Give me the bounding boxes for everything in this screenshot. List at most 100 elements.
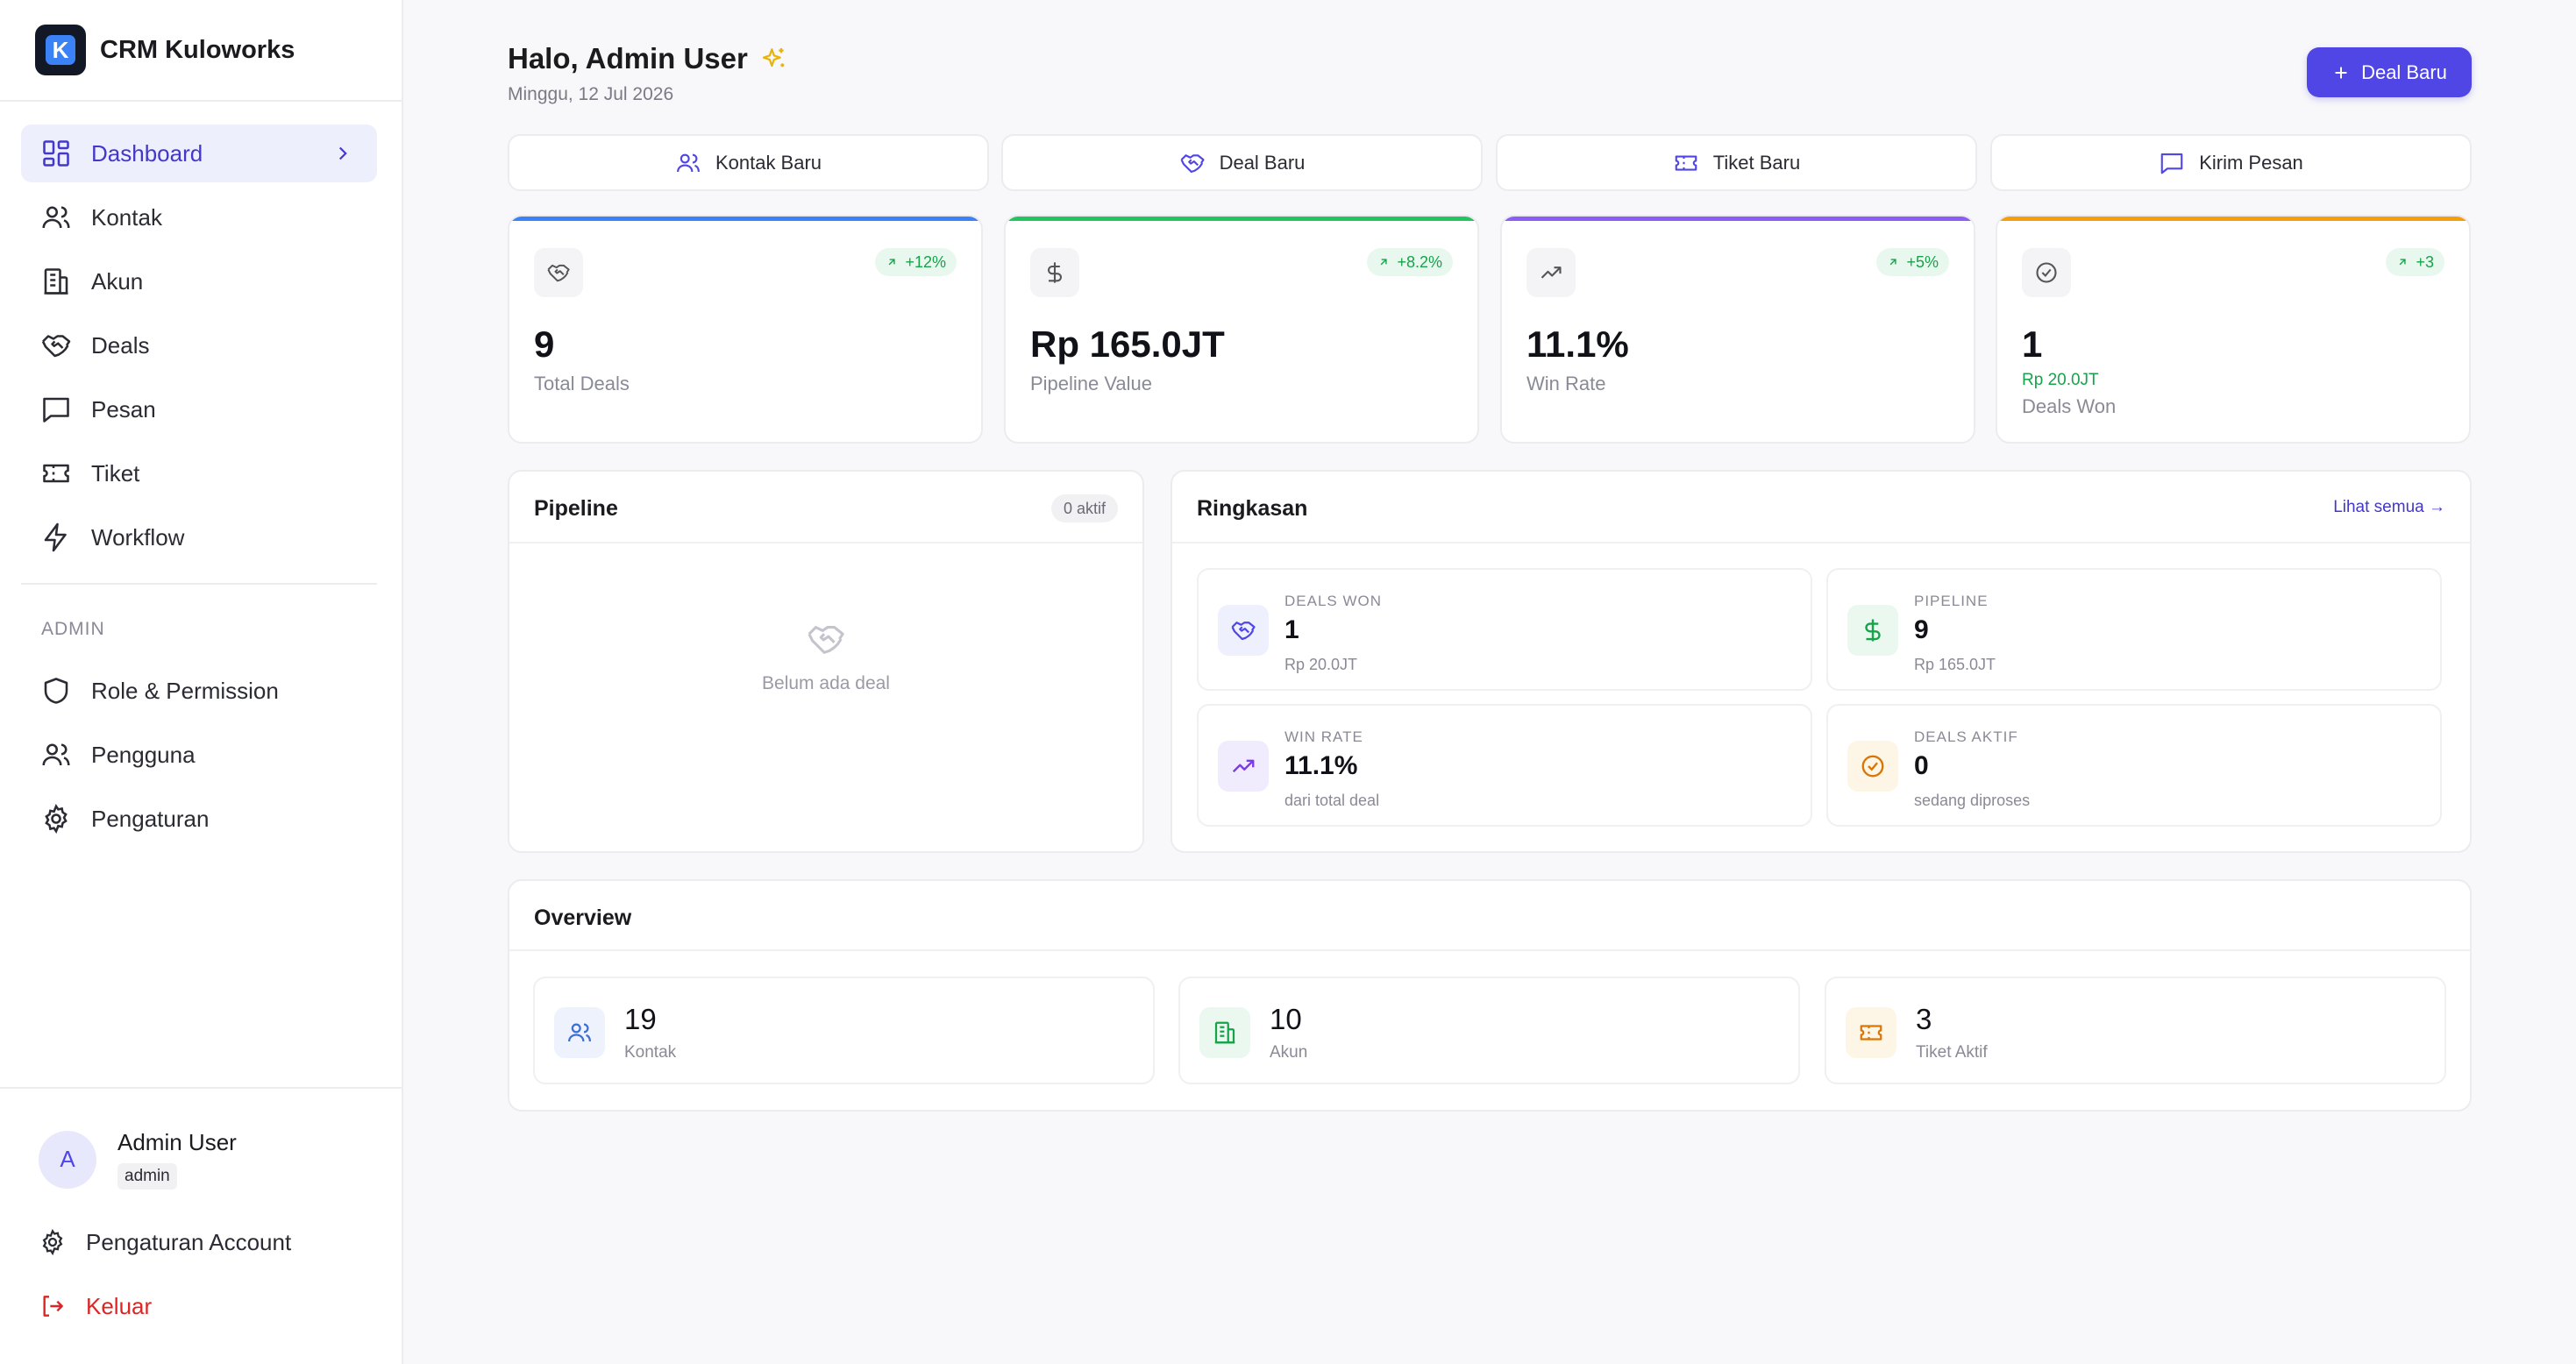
handshake-icon (40, 330, 72, 361)
stat-value: Rp 165.0JT (1030, 323, 1225, 365)
stat-accent-bar (1006, 217, 1477, 221)
sidebar-item-pengaturan[interactable]: Pengaturan (21, 790, 377, 848)
check-circle-icon (2022, 248, 2071, 297)
building-icon (1199, 1007, 1250, 1058)
stat-label: Total Deals (534, 373, 630, 394)
sidebar-item-dashboard[interactable]: Dashboard (21, 124, 377, 182)
overview-label: Kontak (624, 1043, 677, 1062)
overview-card-contacts[interactable]: 19 Kontak (533, 977, 1155, 1084)
quick-action-new-contact[interactable]: Kontak Baru (508, 134, 989, 191)
quick-action-new-ticket[interactable]: Tiket Baru (1496, 134, 1977, 191)
sidebar-item-label: Pesan (91, 395, 156, 423)
ticket-icon (40, 458, 72, 489)
stat-label: Deals Won (2022, 395, 2117, 417)
sidebar-item-label: Kontak (91, 203, 162, 231)
stat-card-win-rate: +5% 11.1% Win Rate (1500, 215, 1975, 444)
stat-change-badge: +12% (875, 248, 957, 276)
summary-label: WIN RATE (1284, 728, 1363, 745)
logout-icon (39, 1292, 67, 1320)
overview-card-accounts[interactable]: 10 Akun (1178, 977, 1800, 1084)
message-icon (2159, 150, 2185, 176)
admin-nav: Role & Permission Pengguna Pengaturan (21, 662, 377, 854)
see-all-link[interactable]: Lihat semua → (2333, 498, 2445, 517)
users-icon (554, 1007, 605, 1058)
handshake-icon (808, 626, 844, 654)
sidebar-item-workflow[interactable]: Workflow (21, 508, 377, 566)
dollar-icon (1030, 248, 1079, 297)
app-name: CRM Kuloworks (100, 35, 295, 64)
stat-value: 1 (2022, 323, 2043, 365)
sidebar-item-label: Pengaturan (91, 805, 210, 832)
panel-header: Ringkasan Lihat semua → (1172, 472, 2470, 543)
sidebar: K CRM Kuloworks Dashboard Kontak Akun De… (0, 0, 403, 1364)
summary-subtext: sedang diproses (1914, 792, 2031, 809)
sidebar-divider (0, 100, 403, 102)
sidebar-item-tiket[interactable]: Tiket (21, 444, 377, 502)
check-circle-icon (1847, 741, 1898, 792)
avatar: A (39, 1130, 96, 1189)
overview-card-active-tickets[interactable]: 3 Tiket Aktif (1825, 977, 2446, 1084)
brand[interactable]: K CRM Kuloworks (35, 25, 295, 75)
current-date: Minggu, 12 Jul 2026 (508, 84, 674, 104)
sidebar-item-kontak[interactable]: Kontak (21, 188, 377, 246)
stat-change-value: +3 (2416, 252, 2434, 271)
quick-action-send-message[interactable]: Kirim Pesan (1990, 134, 2472, 191)
panel-header: Pipeline 0 aktif (509, 472, 1142, 543)
building-icon (40, 266, 72, 297)
handshake-icon (1218, 605, 1269, 656)
panel-title: Ringkasan (1197, 496, 1308, 521)
overview-label: Tiket Aktif (1916, 1043, 1988, 1062)
sidebar-item-label: Akun (91, 267, 144, 295)
overview-label: Akun (1270, 1043, 1308, 1062)
logout-link[interactable]: Keluar (39, 1292, 152, 1320)
account-settings-link[interactable]: Pengaturan Account (39, 1228, 291, 1256)
user-profile[interactable]: A Admin User admin (39, 1129, 237, 1190)
summary-label: DEALS WON (1284, 593, 1383, 609)
quick-action-new-deal[interactable]: Deal Baru (1001, 134, 1483, 191)
ticket-icon (1673, 150, 1699, 176)
page-title: Halo, Admin User (508, 42, 788, 75)
shield-icon (40, 675, 72, 707)
stat-card-pipeline-value: +8.2% Rp 165.0JT Pipeline Value (1004, 215, 1479, 444)
account-settings-label: Pengaturan Account (86, 1228, 292, 1255)
sidebar-item-deals[interactable]: Deals (21, 316, 377, 374)
ticket-icon (1846, 1007, 1896, 1058)
handshake-icon (534, 248, 583, 297)
summary-value: 0 (1914, 751, 1929, 780)
greeting-text: Halo, Admin User (508, 42, 748, 75)
stat-accent-bar (509, 217, 981, 221)
summary-card-deals-won: DEALS WON 1 Rp 20.0JT (1197, 568, 1812, 691)
logo-letter: K (46, 35, 75, 65)
handshake-icon (1179, 150, 1206, 176)
sidebar-item-label: Dashboard (91, 139, 203, 167)
overview-value: 3 (1916, 1003, 1932, 1035)
sidebar-item-label: Workflow (91, 523, 185, 551)
stat-change-value: +8.2% (1397, 252, 1442, 271)
summary-subtext: Rp 165.0JT (1914, 656, 1996, 673)
summary-label: PIPELINE (1914, 593, 1989, 609)
users-icon (40, 202, 72, 233)
stat-change-badge: +3 (2386, 248, 2444, 276)
zap-icon (40, 522, 72, 553)
gear-icon (39, 1228, 67, 1256)
dashboard-icon (40, 138, 72, 169)
sidebar-item-label: Deals (91, 331, 150, 359)
trending-up-icon (1218, 741, 1269, 792)
pipeline-panel: Pipeline 0 aktif Belum ada deal (508, 470, 1144, 853)
dollar-icon (1847, 605, 1898, 656)
summary-value: 9 (1914, 615, 1929, 644)
quick-action-label: Tiket Baru (1712, 151, 1801, 174)
new-deal-button[interactable]: Deal Baru (2307, 47, 2472, 97)
sidebar-item-role-permission[interactable]: Role & Permission (21, 662, 377, 720)
sidebar-item-pengguna[interactable]: Pengguna (21, 726, 377, 784)
sidebar-item-akun[interactable]: Akun (21, 252, 377, 310)
users-icon (40, 739, 72, 771)
summary-value: 1 (1284, 615, 1299, 644)
stat-change-value: +12% (905, 252, 946, 271)
quick-action-label: Kontak Baru (715, 151, 822, 174)
sidebar-item-pesan[interactable]: Pesan (21, 380, 377, 438)
overview-value: 10 (1270, 1003, 1302, 1035)
stat-label: Win Rate (1526, 373, 1606, 394)
main-nav: Dashboard Kontak Akun Deals Pesan Tiket … (21, 124, 377, 572)
stat-change-badge: +5% (1876, 248, 1949, 276)
